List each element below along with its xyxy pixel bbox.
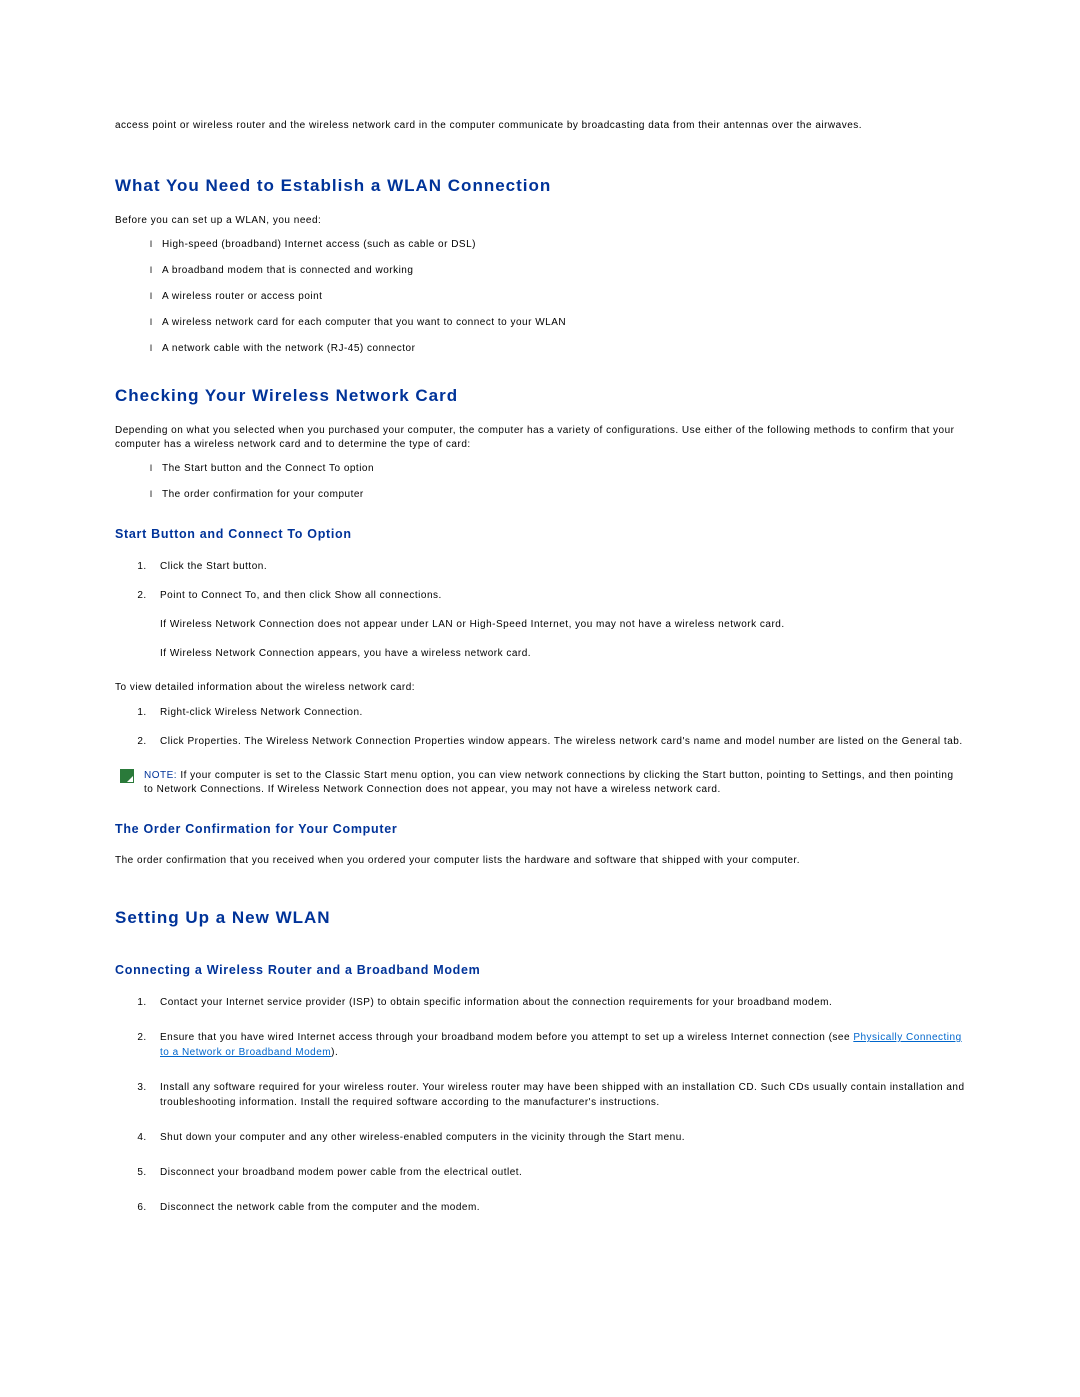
list-item: A broadband modem that is connected and … <box>150 264 965 278</box>
list-item: The Start button and the Connect To opti… <box>150 462 965 476</box>
step-item: Disconnect your broadband modem power ca… <box>150 1165 965 1180</box>
list-item: A wireless router or access point <box>150 290 965 304</box>
step-item: Shut down your computer and any other wi… <box>150 1130 965 1145</box>
step-item: Contact your Internet service provider (… <box>150 995 965 1010</box>
step-item: Point to Connect To, and then click Show… <box>150 588 965 661</box>
detail-lead: To view detailed information about the w… <box>115 681 965 695</box>
step-text-a: Ensure that you have wired Internet acce… <box>160 1032 853 1043</box>
step-note: If Wireless Network Connection does not … <box>160 617 965 632</box>
step-item: Right-click Wireless Network Connection. <box>150 705 965 720</box>
step-text: Point to Connect To, and then click Show… <box>160 590 442 601</box>
lead-check-card: Depending on what you selected when you … <box>115 424 965 452</box>
note-text: NOTE: If your computer is set to the Cla… <box>144 769 965 797</box>
step-item: Disconnect the network cable from the co… <box>150 1200 965 1215</box>
step-note: If Wireless Network Connection appears, … <box>160 646 965 661</box>
note-icon <box>120 769 134 783</box>
subheading-start-button: Start Button and Connect To Option <box>115 527 965 541</box>
note-block: NOTE: If your computer is set to the Cla… <box>115 769 965 797</box>
intro-paragraph: access point or wireless router and the … <box>115 120 965 131</box>
body-order-confirmation: The order confirmation that you received… <box>115 854 965 868</box>
list-check-methods: The Start button and the Connect To opti… <box>115 462 965 502</box>
list-item: A wireless network card for each compute… <box>150 316 965 330</box>
list-item: High-speed (broadband) Internet access (… <box>150 238 965 252</box>
note-body: If your computer is set to the Classic S… <box>144 770 954 795</box>
steps-detail: Right-click Wireless Network Connection.… <box>115 705 965 749</box>
heading-setup-wlan: Setting Up a New WLAN <box>115 908 965 928</box>
note-label: NOTE: <box>144 770 177 781</box>
heading-wlan-requirements: What You Need to Establish a WLAN Connec… <box>115 176 965 196</box>
step-item: Ensure that you have wired Internet acce… <box>150 1030 965 1060</box>
step-text-b: ). <box>331 1047 338 1058</box>
heading-check-card: Checking Your Wireless Network Card <box>115 386 965 406</box>
steps-start-button: Click the Start button. Point to Connect… <box>115 559 965 661</box>
subheading-connect-router: Connecting a Wireless Router and a Broad… <box>115 963 965 977</box>
step-item: Click the Start button. <box>150 559 965 574</box>
list-item: The order confirmation for your computer <box>150 488 965 502</box>
step-item: Install any software required for your w… <box>150 1080 965 1110</box>
subheading-order-confirmation: The Order Confirmation for Your Computer <box>115 822 965 836</box>
step-item: Click Properties. The Wireless Network C… <box>150 734 965 749</box>
list-wlan-requirements: High-speed (broadband) Internet access (… <box>115 238 965 356</box>
lead-wlan-requirements: Before you can set up a WLAN, you need: <box>115 214 965 228</box>
list-item: A network cable with the network (RJ-45)… <box>150 342 965 356</box>
steps-connect-router: Contact your Internet service provider (… <box>115 995 965 1215</box>
